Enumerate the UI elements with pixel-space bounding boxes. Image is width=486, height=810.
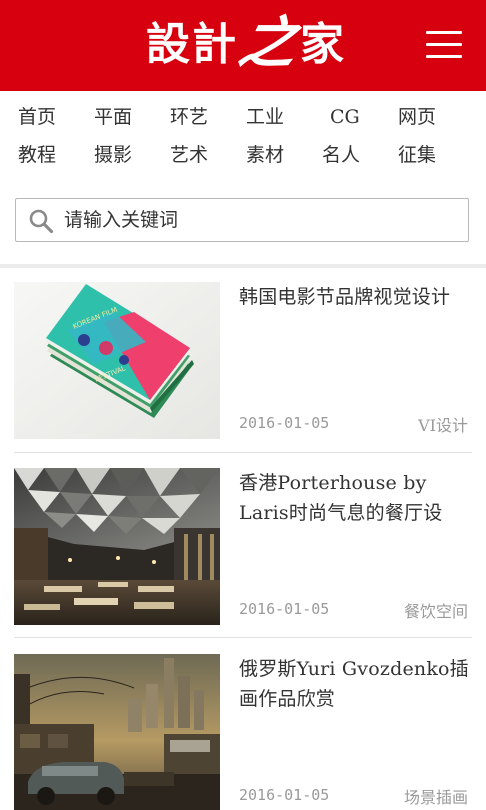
article-item[interactable]: 香港Porterhouse by Laris时尚气息的餐厅设 2016-01-0…	[14, 468, 472, 626]
article-date: 2016-01-05	[239, 786, 330, 804]
nav-item-art[interactable]: 艺术	[170, 143, 208, 167]
article-thumbnail[interactable]: KOREAN FILM FESTIVAL	[14, 282, 220, 439]
article-item[interactable]: KOREAN FILM FESTIVAL 韩国电影节品牌视觉设计 2016-01…	[14, 282, 472, 440]
article-category[interactable]: 餐饮空间	[404, 598, 468, 622]
hamburger-menu-icon[interactable]	[424, 28, 464, 62]
nav-item-tutorial[interactable]: 教程	[18, 143, 56, 167]
article-category[interactable]: 场景插画	[404, 784, 468, 808]
nav-item-materials[interactable]: 素材	[246, 143, 284, 167]
article-divider	[14, 452, 472, 453]
article-title[interactable]: 香港Porterhouse by Laris时尚气息的餐厅设	[239, 468, 469, 528]
article-thumbnail[interactable]	[14, 654, 220, 810]
nav-item-web[interactable]: 网页	[398, 105, 436, 129]
nav-item-industrial[interactable]: 工业	[246, 105, 284, 129]
nav-item-photography[interactable]: 摄影	[94, 143, 132, 167]
logo-char: 計	[192, 19, 238, 70]
site-header: 設 計 之 家	[0, 0, 486, 91]
article-title[interactable]: 韩国电影节品牌视觉设计	[239, 282, 469, 312]
nav-item-celebrities[interactable]: 名人	[322, 143, 360, 167]
search-input[interactable]	[64, 201, 464, 239]
nav-item-cg[interactable]: CG	[330, 105, 360, 129]
logo-char: 設	[146, 19, 192, 70]
article-date: 2016-01-05	[239, 600, 330, 618]
nav-item-graphic[interactable]: 平面	[94, 105, 132, 129]
article-thumbnail[interactable]	[14, 468, 220, 625]
article-date: 2016-01-05	[239, 414, 330, 432]
site-logo[interactable]: 設 計 之 家	[146, 10, 346, 76]
article-item[interactable]: 俄罗斯Yuri Gvozdenko插画作品欣赏 2016-01-05 场景插画	[14, 654, 472, 810]
nav-item-home[interactable]: 首页	[18, 105, 56, 129]
article-category[interactable]: VI设计	[418, 412, 468, 436]
article-title[interactable]: 俄罗斯Yuri Gvozdenko插画作品欣赏	[239, 654, 469, 714]
category-nav: 首页 平面 环艺 工业 CG 网页 教程 摄影 艺术 素材 名人 征集	[0, 91, 486, 181]
article-divider	[14, 637, 472, 638]
logo-char: 之	[233, 10, 306, 76]
search-icon[interactable]	[28, 208, 54, 234]
logo-char: 家	[300, 19, 346, 70]
section-divider	[0, 264, 486, 268]
search-box[interactable]	[15, 198, 469, 242]
nav-item-environment[interactable]: 环艺	[170, 105, 208, 129]
nav-item-submissions[interactable]: 征集	[398, 143, 436, 167]
